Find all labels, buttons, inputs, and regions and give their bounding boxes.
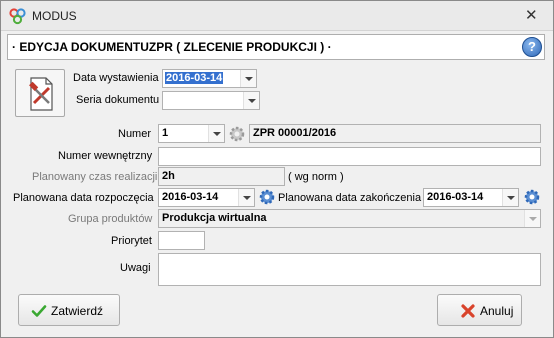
planowany-czas-field: 2h: [158, 167, 285, 186]
numer-field[interactable]: 1: [158, 124, 225, 143]
window-title: MODUS: [32, 9, 77, 23]
zatwierdz-label: Zatwierdź: [51, 304, 104, 318]
numer-label: Numer: [118, 128, 152, 140]
chevron-down-icon: [524, 210, 540, 227]
document-title: · EDYCJA DOKUMENTUZPR ( ZLECENIE PRODUKC…: [12, 40, 332, 54]
chevron-down-icon[interactable]: [243, 92, 259, 109]
numer-value: 1: [162, 127, 169, 139]
cancel-x-icon: [461, 304, 475, 318]
gear-icon[interactable]: [258, 188, 276, 206]
chevron-down-icon[interactable]: [208, 125, 224, 142]
modus-logo-icon: [9, 8, 26, 25]
gear-icon[interactable]: [228, 125, 246, 143]
grupa-produktow-label: Grupa produktów: [68, 213, 153, 225]
anuluj-label: Anuluj: [480, 304, 514, 318]
numer-wewnetrzny-input[interactable]: [158, 147, 541, 166]
anuluj-button[interactable]: Anuluj: [437, 294, 522, 326]
document-tools-button[interactable]: [15, 69, 65, 117]
chevron-down-icon[interactable]: [502, 189, 518, 206]
gear-icon[interactable]: [523, 188, 541, 206]
planowany-czas-suffix: ( wg norm ): [288, 171, 344, 183]
grupa-produktow-value: Produkcja wirtualna: [162, 212, 267, 224]
planowana-data-zakonczenia-label: Planowana data zakończenia: [278, 192, 422, 204]
uwagi-label: Uwagi: [120, 262, 151, 274]
uwagi-textarea[interactable]: [158, 253, 541, 286]
seria-dokumentu-label: Seria dokumentu: [76, 94, 160, 106]
zatwierdz-button[interactable]: Zatwierdź: [18, 294, 120, 326]
numer-wewnetrzny-label: Numer wewnętrzny: [58, 150, 153, 162]
grupa-produktow-field: Produkcja wirtualna: [158, 209, 541, 228]
planowany-czas-label: Planowany czas realizacji: [32, 171, 158, 183]
modus-window: MODUS ✕ · EDYCJA DOKUMENTUZPR ( ZLECENIE…: [0, 0, 554, 338]
help-icon[interactable]: ?: [522, 37, 542, 57]
data-wystawienia-field[interactable]: 2016-03-14: [162, 69, 257, 88]
planowana-data-zakonczenia-field[interactable]: 2016-03-14: [423, 188, 519, 207]
data-wystawienia-value: 2016-03-14: [165, 72, 224, 84]
planowany-czas-value: 2h: [162, 170, 175, 182]
planowana-data-rozpoczecia-value: 2016-03-14: [162, 191, 219, 203]
chevron-down-icon[interactable]: [238, 189, 254, 206]
document-header: · EDYCJA DOKUMENTUZPR ( ZLECENIE PRODUKC…: [7, 34, 545, 60]
numer-dokumentu-field: ZPR 00001/2016: [249, 124, 541, 143]
planowana-data-rozpoczecia-field[interactable]: 2016-03-14: [158, 188, 255, 207]
planowana-data-rozpoczecia-label: Planowana data rozpoczęcia: [13, 192, 154, 204]
priorytet-input[interactable]: [158, 231, 205, 250]
numer-dokumentu-value: ZPR 00001/2016: [253, 127, 337, 139]
close-icon[interactable]: ✕: [525, 6, 538, 24]
seria-dokumentu-field[interactable]: [162, 91, 260, 110]
document-tools-icon: [29, 77, 53, 111]
planowana-data-zakonczenia-value: 2016-03-14: [427, 191, 484, 203]
chevron-down-icon[interactable]: [240, 70, 256, 87]
title-bar: MODUS ✕: [1, 1, 553, 31]
data-wystawienia-label: Data wystawienia: [73, 72, 159, 84]
priorytet-label: Priorytet: [111, 235, 152, 247]
checkmark-icon: [31, 305, 47, 317]
